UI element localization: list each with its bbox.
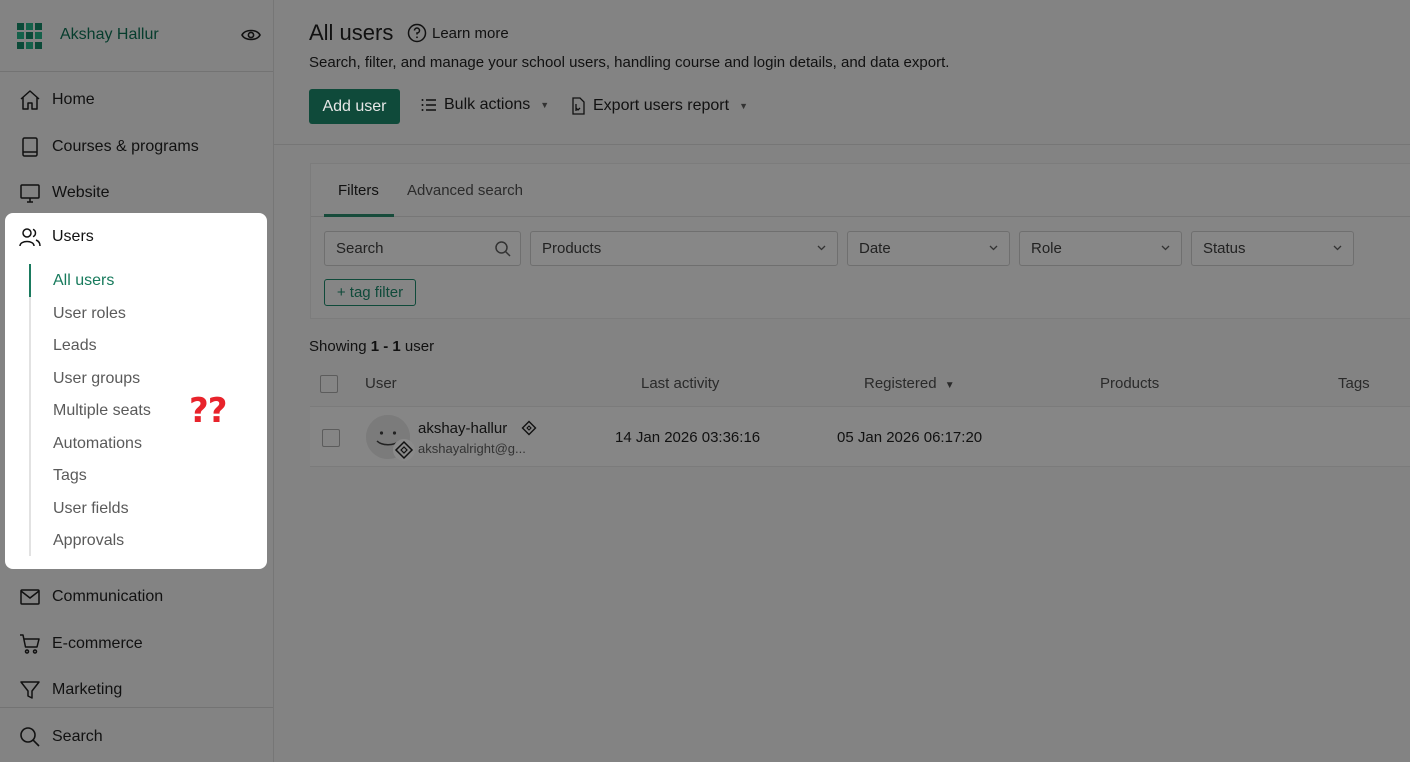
products-select[interactable]: Products bbox=[530, 231, 838, 266]
registered-cell: 05 Jan 2026 06:17:20 bbox=[837, 429, 983, 446]
column-header-tags[interactable]: Tags bbox=[1338, 375, 1370, 392]
filter-panel: Filters Advanced search Search Products … bbox=[310, 163, 1410, 319]
nav-communication-label: Communication bbox=[52, 588, 164, 605]
submenu-user-fields[interactable]: User fields bbox=[53, 500, 129, 518]
nav-users[interactable]: Users bbox=[18, 225, 94, 249]
users-menu-panel: Users All users User roles Leads User gr… bbox=[5, 213, 267, 569]
search-icon bbox=[495, 241, 511, 257]
report-file-icon bbox=[572, 97, 585, 115]
nav-website[interactable]: Website bbox=[18, 179, 110, 207]
user-email: akshayalright@g... bbox=[418, 441, 526, 456]
bulk-actions-dropdown[interactable]: Bulk actions ▼ bbox=[420, 96, 549, 114]
column-header-products[interactable]: Products bbox=[1100, 375, 1159, 392]
nav-marketing-label: Marketing bbox=[52, 681, 123, 698]
sidebar-divider bbox=[0, 707, 273, 708]
caret-down-icon: ▼ bbox=[739, 101, 748, 111]
table-row[interactable]: akshay-hallur akshayalright@g... 14 Jan … bbox=[310, 406, 1410, 467]
nav-courses-label: Courses & programs bbox=[52, 138, 199, 155]
tab-filters[interactable]: Filters bbox=[338, 182, 379, 199]
monitor-icon bbox=[20, 184, 40, 203]
role-select[interactable]: Role bbox=[1019, 231, 1182, 266]
column-header-last-activity[interactable]: Last activity bbox=[641, 375, 719, 392]
date-select-label: Date bbox=[859, 240, 891, 257]
chevron-down-icon bbox=[817, 245, 826, 251]
mail-icon bbox=[20, 589, 40, 605]
column-header-registered[interactable]: Registered ▼ bbox=[864, 375, 955, 392]
chevron-down-icon bbox=[989, 245, 998, 251]
nav-courses[interactable]: Courses & programs bbox=[18, 133, 199, 161]
submenu-active-indicator bbox=[29, 264, 31, 297]
school-name[interactable]: Akshay Hallur bbox=[60, 26, 159, 44]
app-grid-logo-icon[interactable] bbox=[17, 23, 43, 49]
funnel-icon bbox=[20, 681, 40, 699]
add-user-button[interactable]: Add user bbox=[309, 89, 400, 124]
active-tab-indicator bbox=[324, 214, 394, 217]
nav-communication[interactable]: Communication bbox=[18, 583, 163, 611]
export-users-report-label: Export users report bbox=[593, 97, 730, 114]
results-count: Showing 1 - 1 user bbox=[309, 338, 434, 355]
export-users-report-dropdown[interactable]: Export users report ▼ bbox=[569, 96, 748, 116]
nav-ecommerce[interactable]: E-commerce bbox=[18, 630, 143, 658]
filter-tabs: Filters Advanced search bbox=[311, 164, 1410, 217]
submenu-all-users[interactable]: All users bbox=[53, 272, 114, 290]
eye-icon[interactable] bbox=[241, 27, 261, 43]
date-select[interactable]: Date bbox=[847, 231, 1010, 266]
search-icon bbox=[20, 727, 40, 747]
main-content: All users Learn more Search, filter, and… bbox=[274, 0, 1410, 762]
nav-marketing[interactable]: Marketing bbox=[18, 676, 122, 704]
submenu-multiple-seats[interactable]: Multiple seats bbox=[53, 402, 151, 420]
submenu-user-roles[interactable]: User roles bbox=[53, 305, 126, 323]
cart-icon bbox=[20, 634, 40, 654]
products-select-label: Products bbox=[542, 240, 602, 257]
caret-down-icon: ▼ bbox=[540, 100, 550, 110]
nav-home-label: Home bbox=[52, 91, 95, 108]
search-placeholder: Search bbox=[336, 240, 384, 257]
sidebar: Akshay Hallur Home Courses & programs We… bbox=[0, 0, 274, 762]
chevron-down-icon bbox=[1161, 245, 1170, 251]
sidebar-header: Akshay Hallur bbox=[0, 0, 273, 72]
submenu-leads[interactable]: Leads bbox=[53, 337, 97, 355]
add-tag-filter-button[interactable]: + tag filter bbox=[324, 279, 416, 306]
submenu-user-groups[interactable]: User groups bbox=[53, 370, 140, 388]
submenu-track bbox=[29, 264, 31, 556]
role-select-label: Role bbox=[1031, 240, 1062, 257]
question-marks-annotation: ?? bbox=[189, 391, 227, 431]
page-header: All users Learn more Search, filter, and… bbox=[274, 0, 1410, 145]
page-description: Search, filter, and manage your school u… bbox=[309, 54, 950, 71]
verified-badge-icon bbox=[393, 439, 415, 461]
status-select-label: Status bbox=[1203, 240, 1246, 257]
diamond-icon bbox=[521, 420, 537, 436]
tab-advanced-search[interactable]: Advanced search bbox=[407, 182, 523, 199]
book-icon bbox=[22, 137, 38, 157]
results-suffix: user bbox=[404, 338, 435, 355]
bulk-actions-label: Bulk actions bbox=[444, 96, 531, 113]
nav-users-label: Users bbox=[52, 228, 94, 245]
submenu-tags[interactable]: Tags bbox=[53, 467, 87, 485]
learn-more-link[interactable]: Learn more bbox=[432, 25, 509, 42]
row-checkbox[interactable] bbox=[322, 429, 340, 447]
page-title: All users bbox=[309, 20, 394, 45]
submenu-approvals[interactable]: Approvals bbox=[53, 532, 124, 550]
nav-home[interactable]: Home bbox=[18, 86, 95, 114]
select-all-checkbox[interactable] bbox=[320, 375, 338, 393]
status-select[interactable]: Status bbox=[1191, 231, 1354, 266]
nav-website-label: Website bbox=[52, 184, 110, 201]
last-activity-cell: 14 Jan 2026 03:36:16 bbox=[615, 429, 761, 446]
submenu-automations[interactable]: Automations bbox=[53, 435, 142, 453]
nav-ecommerce-label: E-commerce bbox=[52, 635, 143, 652]
home-icon bbox=[20, 90, 40, 110]
sort-desc-icon: ▼ bbox=[944, 380, 955, 391]
registered-header-label: Registered bbox=[864, 375, 937, 392]
list-icon bbox=[421, 99, 436, 111]
users-icon bbox=[19, 228, 41, 247]
nav-search-label: Search bbox=[52, 728, 103, 745]
user-name[interactable]: akshay-hallur bbox=[418, 420, 507, 437]
results-prefix: Showing bbox=[309, 338, 367, 355]
results-range: 1 - 1 bbox=[370, 338, 401, 355]
nav-search[interactable]: Search bbox=[18, 723, 103, 751]
help-circle-icon[interactable] bbox=[407, 23, 427, 43]
chevron-down-icon bbox=[1333, 245, 1342, 251]
search-input[interactable]: Search bbox=[324, 231, 521, 266]
column-header-user[interactable]: User bbox=[365, 375, 397, 392]
